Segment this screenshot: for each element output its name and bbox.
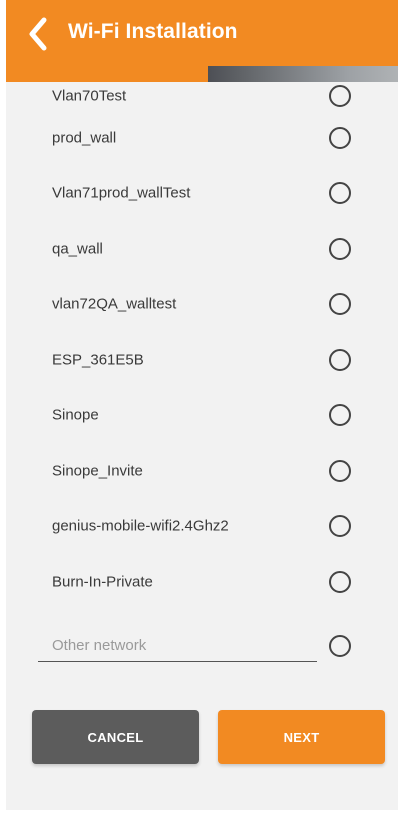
network-row[interactable]: Sinope_Invite bbox=[6, 443, 398, 499]
network-row[interactable]: qa_wall bbox=[6, 221, 398, 277]
network-row[interactable]: Sinope bbox=[6, 388, 398, 444]
network-name: Vlan71prod_wallTest bbox=[52, 184, 191, 202]
network-name: Burn-In-Private bbox=[52, 573, 153, 591]
other-network-row bbox=[6, 622, 398, 670]
network-name: prod_wall bbox=[52, 129, 117, 147]
network-name: Vlan70Test bbox=[52, 87, 127, 105]
network-radio[interactable] bbox=[329, 293, 351, 316]
network-row[interactable]: Vlan71prod_wallTest bbox=[6, 166, 398, 222]
network-radio[interactable] bbox=[329, 182, 351, 205]
wifi-installation-screen: Wi-Fi Installation Vlan70Test prod_wall … bbox=[6, 0, 398, 810]
network-name: ESP_361E5B bbox=[52, 351, 144, 369]
network-row[interactable]: vlan72QA_walltest bbox=[6, 277, 398, 333]
network-radio[interactable] bbox=[329, 515, 351, 538]
header-decoration bbox=[208, 66, 398, 82]
back-button[interactable] bbox=[20, 14, 60, 54]
app-header: Wi-Fi Installation bbox=[6, 0, 398, 82]
network-name: genius-mobile-wifi2.4Ghz2 bbox=[52, 517, 229, 535]
other-network-input[interactable] bbox=[38, 630, 317, 662]
chevron-left-icon bbox=[29, 17, 47, 51]
network-radio[interactable] bbox=[329, 348, 351, 371]
other-network-radio[interactable] bbox=[329, 635, 351, 657]
network-radio[interactable] bbox=[329, 570, 351, 593]
network-radio[interactable] bbox=[329, 126, 351, 149]
network-row[interactable]: Vlan70Test bbox=[6, 82, 398, 110]
network-radio[interactable] bbox=[329, 404, 351, 427]
network-radio[interactable] bbox=[329, 85, 351, 107]
network-name: vlan72QA_walltest bbox=[52, 295, 177, 313]
next-button[interactable]: NEXT bbox=[218, 710, 385, 764]
network-name: Sinope bbox=[52, 406, 99, 424]
network-row[interactable]: Burn-In-Private bbox=[6, 554, 398, 610]
page-title: Wi-Fi Installation bbox=[68, 20, 238, 43]
network-name: Sinope_Invite bbox=[52, 462, 143, 480]
network-row[interactable]: genius-mobile-wifi2.4Ghz2 bbox=[6, 499, 398, 555]
cancel-button[interactable]: CANCEL bbox=[32, 710, 199, 764]
network-name: qa_wall bbox=[52, 240, 103, 258]
network-radio[interactable] bbox=[329, 459, 351, 482]
network-list: Vlan70Test prod_wall Vlan71prod_wallTest… bbox=[6, 82, 398, 610]
network-row[interactable]: prod_wall bbox=[6, 110, 398, 166]
network-row[interactable]: ESP_361E5B bbox=[6, 332, 398, 388]
network-radio[interactable] bbox=[329, 237, 351, 260]
